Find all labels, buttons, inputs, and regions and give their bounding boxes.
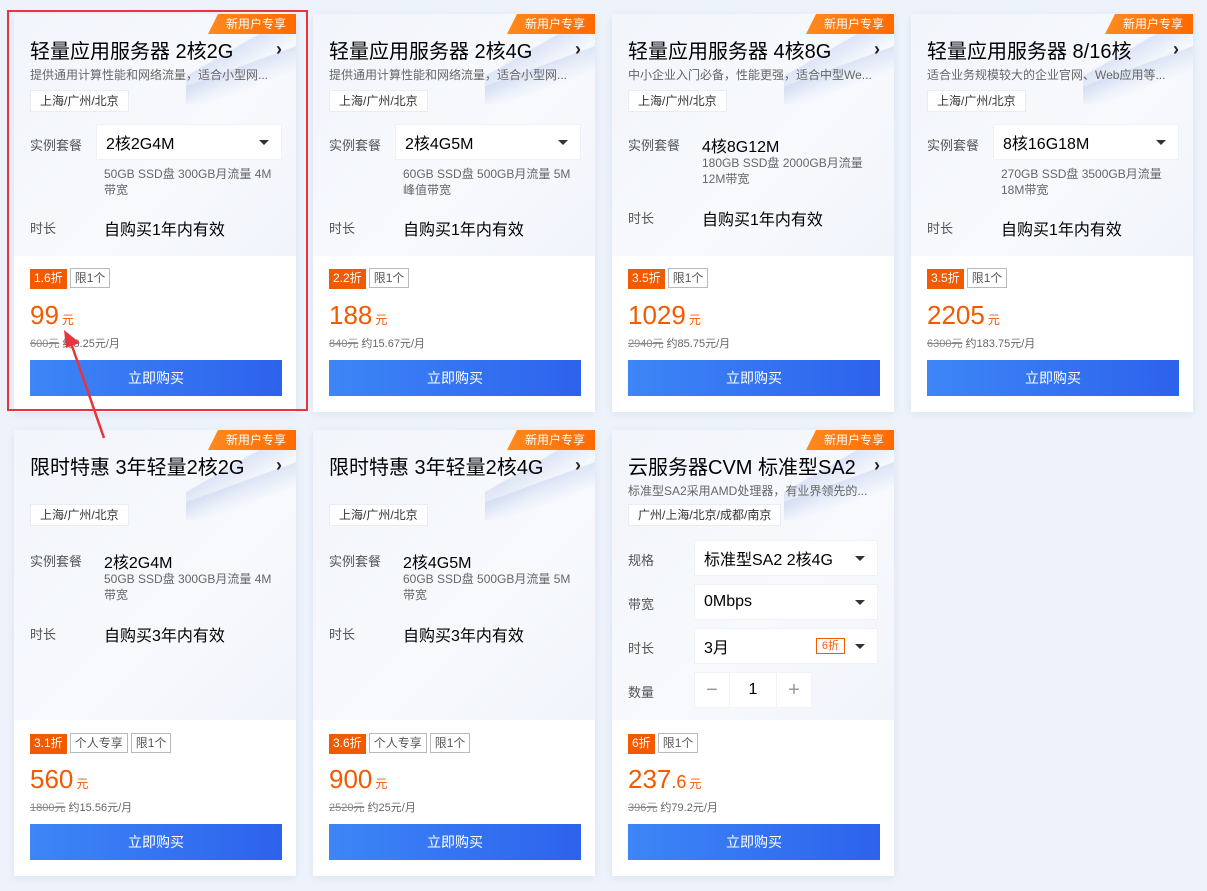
arrow-line: [68, 339, 106, 439]
annotation-arrow: [64, 330, 106, 439]
arrow-head: [64, 330, 80, 348]
